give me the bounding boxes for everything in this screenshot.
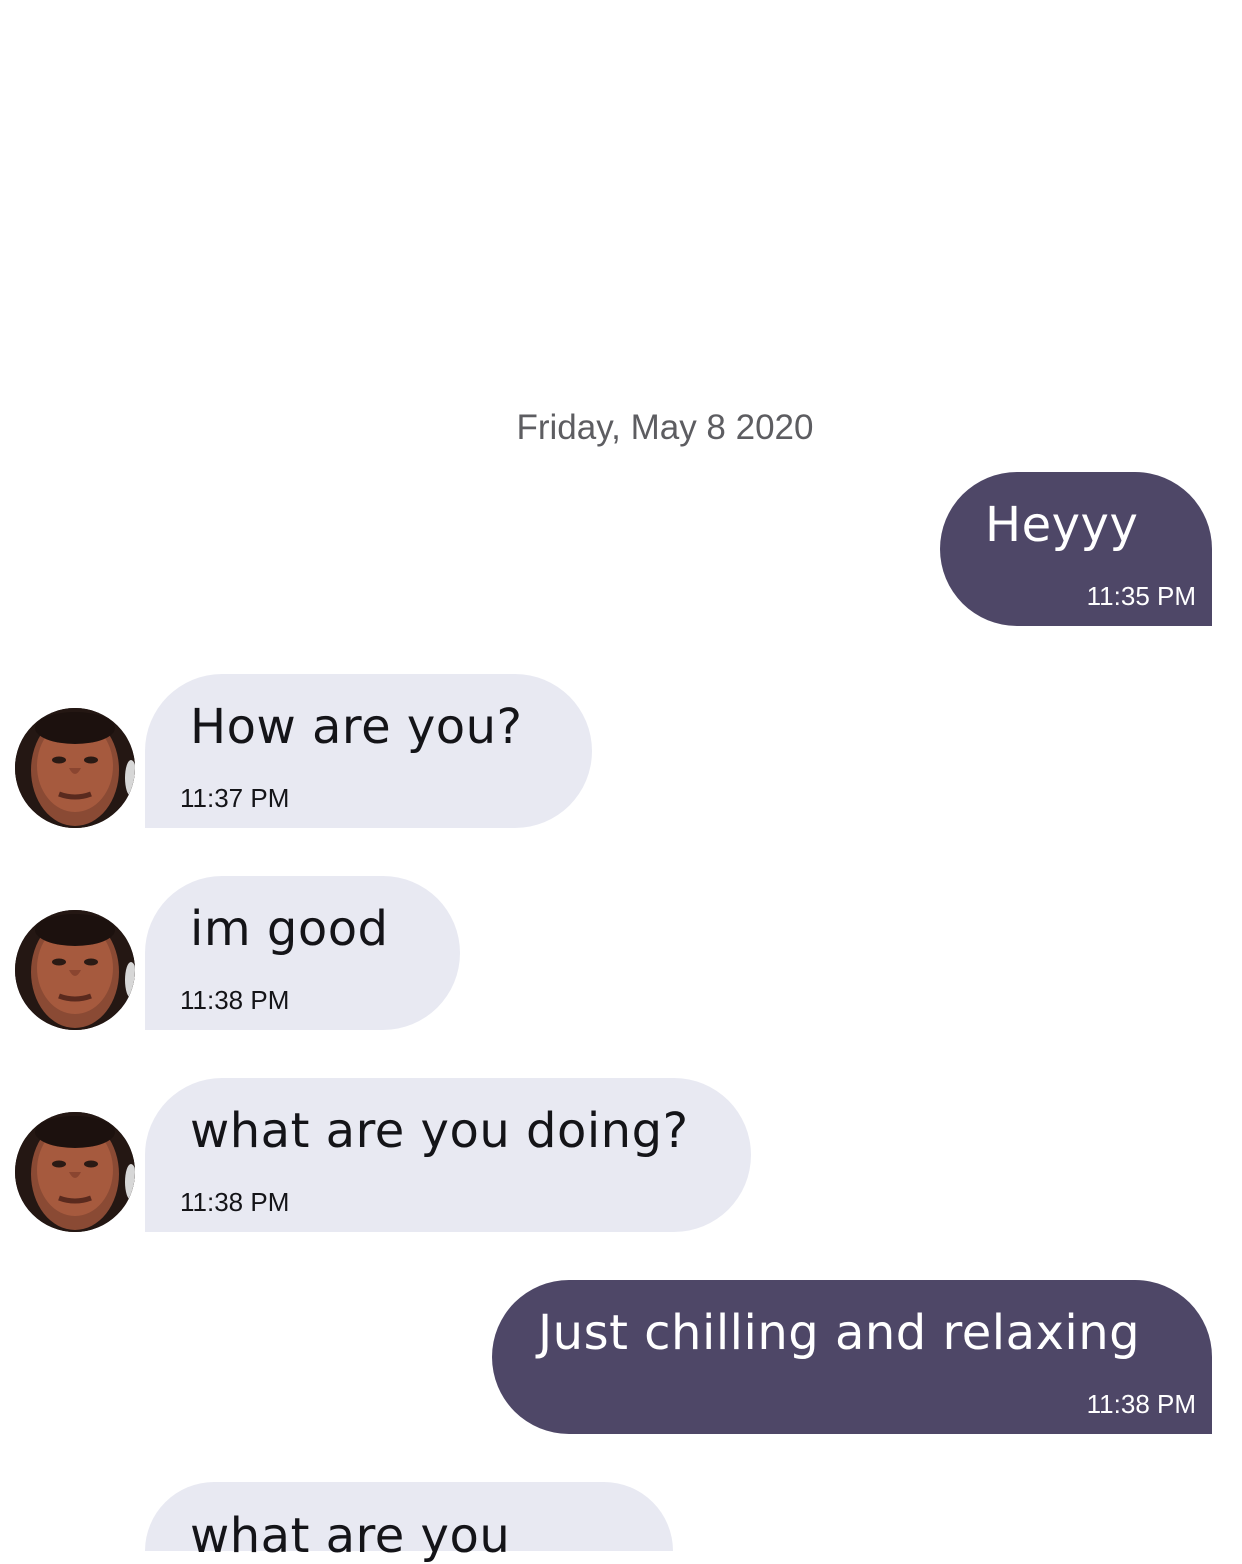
message-text: How are you?: [190, 699, 523, 755]
contact-avatar[interactable]: [15, 910, 135, 1030]
message-text: what are you doing?: [190, 1103, 689, 1159]
message-time: 11:38 PM: [1086, 1389, 1196, 1419]
incoming-message[interactable]: what are you: [145, 1482, 673, 1564]
outgoing-message[interactable]: Heyyy 11:35 PM: [940, 472, 1212, 626]
outgoing-message[interactable]: Just chilling and relaxing 11:38 PM: [492, 1280, 1212, 1434]
message-text: Heyyy: [985, 497, 1139, 553]
incoming-message[interactable]: How are you? 11:37 PM: [145, 674, 592, 828]
message-text: what are you: [190, 1508, 511, 1564]
message-time: 11:38 PM: [180, 1187, 290, 1217]
message-text: im good: [190, 901, 389, 957]
incoming-message[interactable]: what are you doing? 11:38 PM: [145, 1078, 751, 1232]
contact-face-icon: [15, 708, 135, 828]
incoming-message[interactable]: im good 11:38 PM: [145, 876, 460, 1030]
message-text: Just chilling and relaxing: [538, 1305, 1141, 1361]
message-time: 11:37 PM: [180, 783, 290, 813]
contact-face-icon: [15, 1112, 135, 1232]
date-separator: Friday, May 8 2020: [516, 408, 814, 447]
message-time: 11:35 PM: [1086, 581, 1196, 611]
contact-avatar[interactable]: [15, 1112, 135, 1232]
contact-avatar[interactable]: [15, 708, 135, 828]
contact-face-icon: [15, 910, 135, 1030]
message-time: 11:38 PM: [180, 985, 290, 1015]
